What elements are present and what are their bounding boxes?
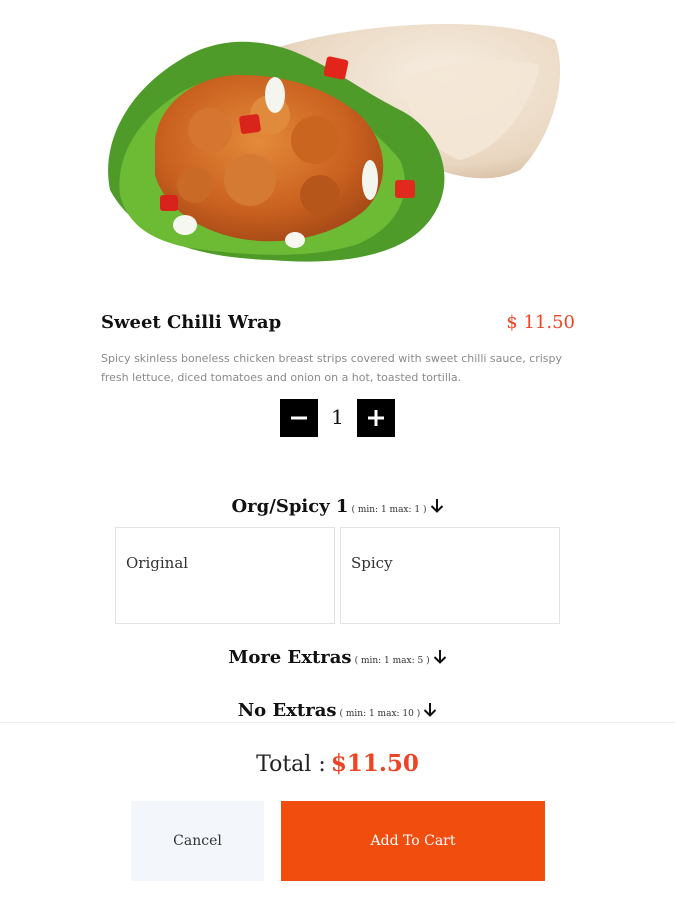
section-title: More Extras bbox=[228, 647, 352, 668]
section-limits: ( min: 1 max: 1 ) bbox=[351, 505, 427, 515]
footer-divider bbox=[0, 722, 675, 723]
decrease-quantity-button[interactable] bbox=[280, 399, 318, 437]
product-title: Sweet Chilli Wrap bbox=[101, 312, 282, 333]
increase-quantity-button[interactable] bbox=[357, 399, 395, 437]
product-description: Spicy skinless boneless chicken breast s… bbox=[101, 352, 563, 384]
option-spicy[interactable]: Spicy bbox=[340, 527, 560, 624]
section-header-no-extras[interactable]: No Extras( min: 1 max: 10 ) bbox=[0, 700, 675, 722]
add-to-cart-button[interactable]: Add To Cart bbox=[281, 801, 545, 881]
minus-icon bbox=[291, 416, 307, 420]
product-price: $ 11.50 bbox=[506, 312, 575, 333]
arrow-down-icon[interactable] bbox=[433, 649, 447, 669]
section-limits: ( min: 1 max: 5 ) bbox=[354, 656, 430, 666]
plus-icon bbox=[368, 410, 384, 426]
arrow-down-icon[interactable] bbox=[423, 702, 437, 722]
product-image bbox=[100, 20, 570, 270]
section-limits: ( min: 1 max: 10 ) bbox=[339, 709, 421, 719]
option-original[interactable]: Original bbox=[115, 527, 335, 624]
order-total: Total : $11.50 bbox=[0, 750, 675, 777]
total-label: Total : bbox=[256, 752, 326, 777]
cancel-button[interactable]: Cancel bbox=[131, 801, 264, 881]
quantity-stepper: 1 bbox=[280, 399, 395, 437]
section-header-more-extras[interactable]: More Extras( min: 1 max: 5 ) bbox=[0, 647, 675, 669]
option-label: Original bbox=[126, 554, 189, 572]
section-header-org-spicy[interactable]: Org/Spicy 1( min: 1 max: 1 ) bbox=[0, 496, 675, 518]
section-title: No Extras bbox=[237, 700, 337, 721]
option-label: Spicy bbox=[351, 554, 393, 572]
section-title: Org/Spicy 1 bbox=[231, 496, 349, 517]
quantity-value: 1 bbox=[331, 405, 344, 429]
arrow-down-icon[interactable] bbox=[430, 498, 444, 518]
total-amount: $11.50 bbox=[330, 750, 419, 777]
